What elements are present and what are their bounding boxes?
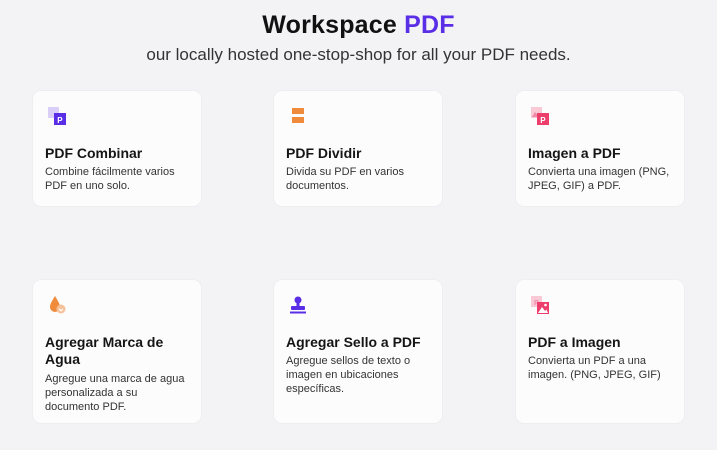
tool-title: PDF a Imagen bbox=[528, 334, 621, 350]
tool-description: Divida su PDF en varios documentos. bbox=[286, 166, 404, 192]
title-main: Workspace bbox=[262, 11, 405, 39]
tool-description: Combine fácilmente varios PDF en uno sol… bbox=[45, 166, 175, 192]
tool-description: Agregue sellos de texto o imagen en ubic… bbox=[286, 355, 411, 395]
tool-title: PDF Combinar bbox=[45, 145, 143, 161]
tool-title: Agregar Sello a PDF bbox=[286, 334, 421, 350]
image-to-pdf-icon: P bbox=[530, 106, 550, 126]
tool-card-agregar-marca-de-agua[interactable]: Agregar Marca de Agua Agregue una marca … bbox=[33, 280, 201, 423]
page-subtitle: our locally hosted one-stop-shop for all… bbox=[146, 45, 571, 64]
page-title: Workspace PDF bbox=[0, 11, 717, 40]
tool-title: Agregar Marca de Agua bbox=[45, 334, 164, 367]
split-pdf-icon bbox=[288, 106, 308, 126]
merge-pdf-icon: P bbox=[47, 106, 67, 126]
title-accent: PDF bbox=[404, 11, 455, 39]
tool-title: PDF Dividir bbox=[286, 145, 362, 161]
tool-description: Agregue una marca de agua personalizada … bbox=[45, 373, 185, 413]
tool-card-agregar-sello-a-pdf[interactable]: Agregar Sello a PDF Agregue sellos de te… bbox=[274, 280, 442, 423]
pdf-to-image-icon: P bbox=[530, 295, 550, 315]
tool-card-pdf-dividir[interactable]: PDF Dividir Divida su PDF en varios docu… bbox=[274, 91, 442, 206]
tool-description: Convierta un PDF a una imagen. (PNG, JPE… bbox=[528, 355, 661, 381]
tool-card-pdf-a-imagen[interactable]: P PDF a Imagen Convierta un PDF a una im… bbox=[516, 280, 684, 423]
watermark-icon bbox=[47, 295, 67, 315]
svg-text:P: P bbox=[57, 116, 63, 125]
svg-text:P: P bbox=[540, 116, 546, 125]
tool-title: Imagen a PDF bbox=[528, 145, 621, 161]
tool-description: Convierta una imagen (PNG, JPEG, GIF) a … bbox=[528, 166, 670, 192]
tool-card-imagen-a-pdf[interactable]: P Imagen a PDF Convierta una imagen (PNG… bbox=[516, 91, 684, 206]
tool-card-pdf-combinar[interactable]: P PDF Combinar Combine fácilmente varios… bbox=[33, 91, 201, 206]
stamp-icon bbox=[288, 295, 308, 315]
